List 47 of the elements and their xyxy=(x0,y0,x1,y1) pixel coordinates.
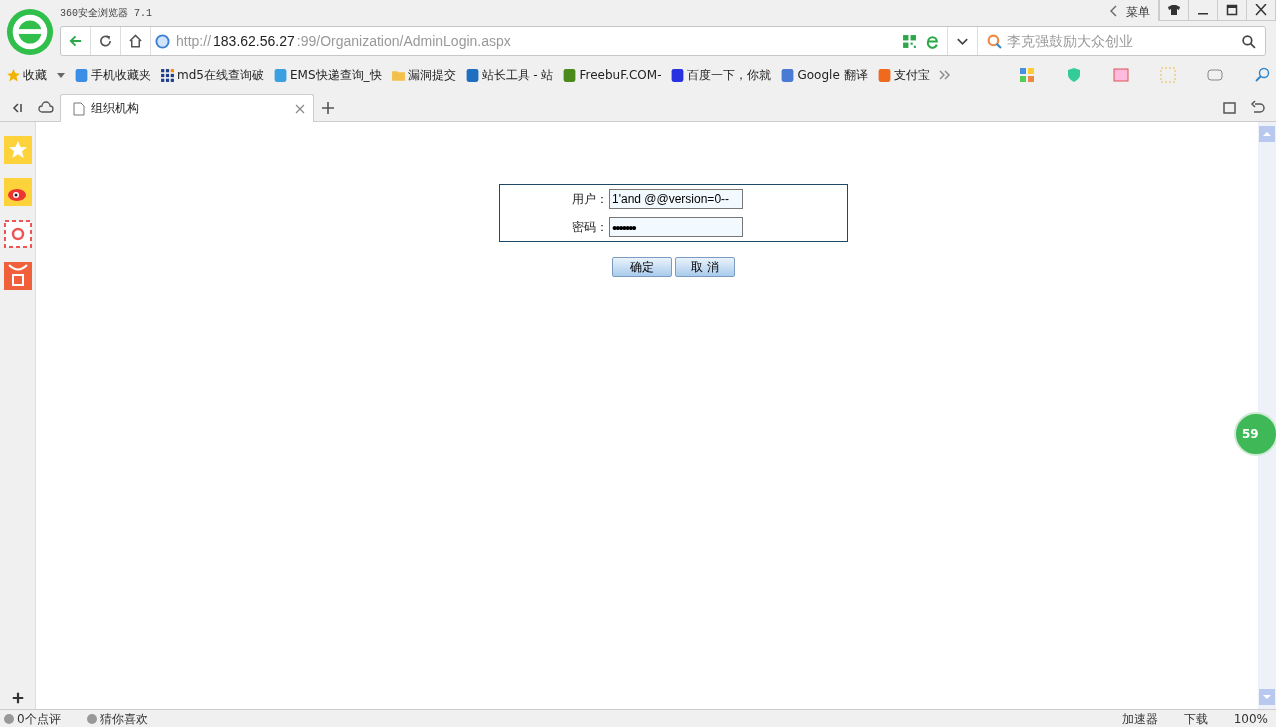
bookmark-item[interactable]: EMS快递查询_快 xyxy=(272,66,382,84)
bookmark-item[interactable]: 收藏 xyxy=(6,66,65,84)
qr-code-icon[interactable] xyxy=(902,33,917,49)
bookmark-item[interactable]: Google 翻译 xyxy=(780,66,868,84)
ie-mode-icon[interactable] xyxy=(925,33,940,49)
bookmark-item[interactable]: 支付宝 xyxy=(876,66,930,84)
menu-button[interactable]: 菜单 xyxy=(1102,0,1158,25)
status-item[interactable]: 猜你喜欢 xyxy=(86,712,148,726)
bookmark-item[interactable]: 手机收藏夹 xyxy=(74,66,151,84)
password-input[interactable]: ••••••• xyxy=(609,217,743,237)
app-icon xyxy=(562,67,578,83)
apps-icon[interactable] xyxy=(1019,67,1035,83)
browser-tab[interactable]: 组织机构 xyxy=(60,94,314,122)
bookmark-item[interactable]: 站长工具 - 站 xyxy=(464,66,554,84)
confirm-button[interactable]: 确定 xyxy=(612,257,672,277)
user-input[interactable]: 1'and @@version=0-- xyxy=(609,189,743,209)
accelerator-item[interactable]: 加速器 xyxy=(1121,712,1158,726)
page-icon xyxy=(73,101,85,116)
star-icon xyxy=(6,67,21,83)
bookmark-item[interactable]: md5在线查询破 xyxy=(160,66,264,84)
search-icon[interactable] xyxy=(1241,33,1256,49)
zoom-level[interactable]: 100% xyxy=(1233,712,1268,726)
app-icon xyxy=(876,67,892,83)
weibo-icon[interactable] xyxy=(3,178,32,206)
app-icon xyxy=(464,67,480,83)
chevron-icon xyxy=(1110,5,1118,17)
shopping-bag-icon[interactable] xyxy=(3,262,32,290)
user-label: 用户： xyxy=(571,190,608,208)
add-icon[interactable] xyxy=(10,691,25,705)
bookmark-item[interactable]: FreebuF.COM- xyxy=(562,67,662,83)
status-item[interactable]: 0个点评 xyxy=(4,712,61,726)
window-title: 360安全浏览器 7.1 xyxy=(60,6,152,20)
download-item[interactable]: 下载 xyxy=(1183,712,1208,726)
search-engine-icon[interactable] xyxy=(987,33,1002,49)
grid-icon xyxy=(160,67,175,83)
shield-icon[interactable] xyxy=(1066,67,1082,83)
bookmark-item[interactable]: 百度一下，你就 xyxy=(670,66,772,84)
more-icon[interactable] xyxy=(938,70,951,80)
app-icon xyxy=(272,67,288,83)
cancel-button[interactable]: 取 消 xyxy=(675,257,735,277)
address-field[interactable]: http://183.62.56.27:99/Organization/AdminLogin.aspx xyxy=(151,27,948,55)
bookmark-item[interactable]: 漏洞提交 xyxy=(390,66,456,84)
browser-logo-icon xyxy=(6,8,54,56)
caret-icon[interactable] xyxy=(57,72,65,78)
magnifier-icon[interactable] xyxy=(1254,67,1270,83)
globe-icon xyxy=(155,33,170,49)
password-label: 密码： xyxy=(571,218,608,236)
